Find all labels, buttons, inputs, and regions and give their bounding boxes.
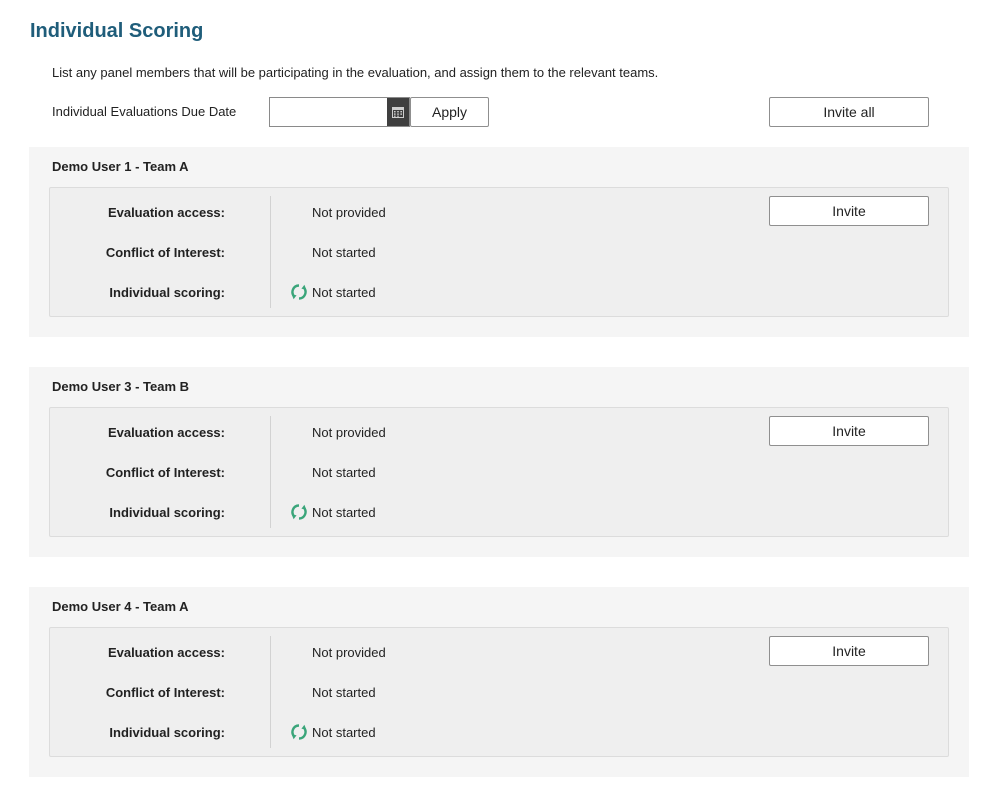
divider bbox=[270, 196, 271, 308]
intro-text: List any panel members that will be part… bbox=[52, 65, 659, 80]
individual-scoring-value: Not started bbox=[312, 505, 376, 520]
evaluation-access-value: Not provided bbox=[312, 645, 386, 660]
member-card: Demo User 1 - Team A Evaluation access: … bbox=[29, 147, 969, 337]
conflict-of-interest-value: Not started bbox=[312, 465, 376, 480]
sync-icon bbox=[291, 284, 307, 300]
individual-scoring-value: Not started bbox=[312, 725, 376, 740]
evaluation-access-value: Not provided bbox=[312, 205, 386, 220]
individual-scoring-value: Not started bbox=[312, 285, 376, 300]
page-title: Individual Scoring bbox=[30, 20, 204, 42]
evaluation-access-label: Evaluation access: bbox=[107, 205, 225, 220]
member-details: Evaluation access: Not provided Conflict… bbox=[49, 627, 949, 757]
individual-scoring-label: Individual scoring: bbox=[109, 285, 225, 300]
invite-button[interactable]: Invite bbox=[769, 196, 929, 226]
member-title: Demo User 4 - Team A bbox=[52, 599, 189, 614]
divider bbox=[270, 416, 271, 528]
member-details: Evaluation access: Not provided Conflict… bbox=[49, 187, 949, 317]
individual-scoring-label: Individual scoring: bbox=[109, 505, 225, 520]
invite-button[interactable]: Invite bbox=[769, 416, 929, 446]
member-card: Demo User 3 - Team B Evaluation access: … bbox=[29, 367, 969, 557]
divider bbox=[270, 636, 271, 748]
evaluation-access-value: Not provided bbox=[312, 425, 386, 440]
member-details: Evaluation access: Not provided Conflict… bbox=[49, 407, 949, 537]
member-title: Demo User 3 - Team B bbox=[52, 379, 190, 394]
conflict-of-interest-value: Not started bbox=[312, 245, 376, 260]
member-card: Demo User 4 - Team A Evaluation access: … bbox=[29, 587, 969, 777]
calendar-icon[interactable] bbox=[387, 98, 409, 126]
sync-icon bbox=[291, 724, 307, 740]
sync-icon bbox=[291, 504, 307, 520]
due-date-label: Individual Evaluations Due Date bbox=[52, 104, 237, 119]
conflict-of-interest-label: Conflict of Interest: bbox=[105, 245, 225, 260]
evaluation-access-label: Evaluation access: bbox=[107, 645, 225, 660]
invite-button[interactable]: Invite bbox=[769, 636, 929, 666]
conflict-of-interest-value: Not started bbox=[312, 685, 376, 700]
due-date-input[interactable] bbox=[270, 98, 387, 126]
conflict-of-interest-label: Conflict of Interest: bbox=[105, 685, 225, 700]
member-title: Demo User 1 - Team A bbox=[52, 159, 189, 174]
due-date-field bbox=[269, 97, 410, 127]
individual-scoring-label: Individual scoring: bbox=[109, 725, 225, 740]
invite-all-button[interactable]: Invite all bbox=[769, 97, 929, 127]
conflict-of-interest-label: Conflict of Interest: bbox=[105, 465, 225, 480]
apply-button[interactable]: Apply bbox=[410, 97, 489, 127]
evaluation-access-label: Evaluation access: bbox=[107, 425, 225, 440]
